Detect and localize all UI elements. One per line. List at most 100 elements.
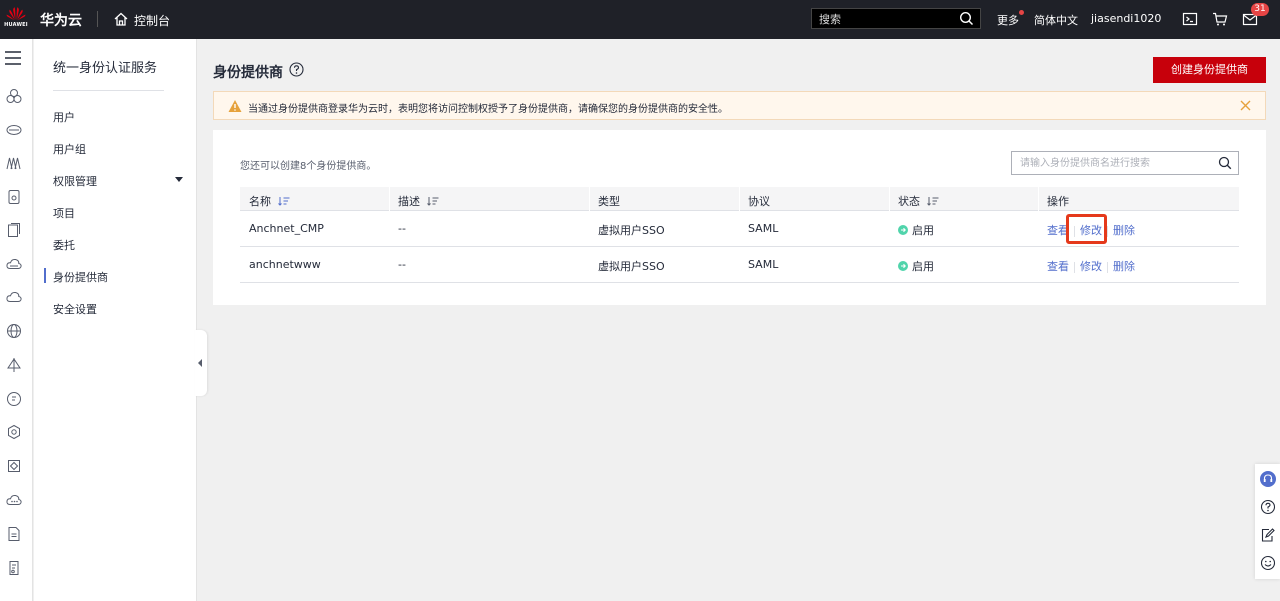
action-separator (1074, 261, 1075, 273)
status-label: 启用 (912, 224, 934, 237)
filter-icon[interactable] (427, 196, 439, 206)
cell-type: 虚拟用户SSO (598, 224, 665, 237)
search-icon[interactable] (959, 11, 974, 26)
brand-divider (97, 11, 98, 27)
sort-icon[interactable] (278, 196, 290, 206)
cell-actions: 查看 修改 删除 (1047, 258, 1135, 274)
settings-icon[interactable] (6, 424, 22, 440)
service-title: 统一身份认证服务 (53, 61, 158, 76)
sidebar-item-permissions[interactable]: 权限管理 (53, 173, 97, 189)
close-icon[interactable] (1239, 99, 1252, 112)
global-search-input[interactable]: 搜索 (811, 8, 981, 29)
cart-icon[interactable] (1212, 11, 1228, 27)
globe-icon[interactable] (6, 323, 22, 339)
network-icon[interactable] (6, 155, 22, 171)
more-label: 更多 (997, 14, 1019, 27)
huawei-logo[interactable]: HUAWEI (4, 5, 28, 33)
column-description-label: 描述 (398, 195, 420, 208)
more-menu[interactable]: 更多 (997, 10, 1024, 28)
table-row: anchnetwww -- 虚拟用户SSO SAML 启用 查看 修改 删除 (240, 247, 1239, 283)
cloud-storage-icon[interactable] (6, 121, 22, 137)
cloud-cluster-icon[interactable] (6, 492, 22, 508)
sidebar-item-user-groups[interactable]: 用户组 (53, 141, 86, 157)
warning-icon (228, 100, 242, 112)
brand-name[interactable]: 华为云 (40, 10, 82, 30)
gateway-icon[interactable] (6, 357, 22, 373)
column-separator (739, 187, 740, 211)
feedback-icon[interactable] (1260, 527, 1276, 543)
column-header-protocol: 协议 (748, 195, 770, 208)
document-icon[interactable] (6, 222, 22, 238)
column-separator (889, 187, 890, 211)
top-navigation-bar: HUAWEI 华为云 控制台 搜索 更多 简体中文 jiasendi1020 3… (0, 0, 1280, 39)
action-separator (1107, 225, 1108, 237)
warning-message: 当通过身份提供商登录华为云时，表明您将访问控制权授予了身份提供商，请确保您的身份… (248, 104, 728, 115)
delete-link[interactable]: 删除 (1113, 224, 1135, 237)
identity-provider-card: 您还可以创建8个身份提供商。 名称 描述 类型 协议 状态 (213, 130, 1266, 305)
cell-status: 启用 (898, 222, 934, 238)
sidebar-item-projects[interactable]: 项目 (53, 205, 75, 221)
provider-search-input[interactable] (1012, 152, 1212, 174)
filter-icon[interactable] (927, 196, 939, 206)
column-header-status[interactable]: 状态 (898, 193, 939, 209)
script-icon[interactable] (6, 560, 22, 576)
column-name-label: 名称 (249, 195, 271, 208)
column-separator (589, 187, 590, 211)
status-enabled-icon (898, 261, 908, 271)
console-link[interactable]: 控制台 (134, 12, 170, 29)
collapse-sidebar-button[interactable] (195, 330, 207, 396)
smiley-icon[interactable] (1260, 555, 1276, 571)
edit-link[interactable]: 修改 (1080, 260, 1102, 273)
sidebar-item-agencies[interactable]: 委托 (53, 237, 75, 253)
delete-link[interactable]: 删除 (1113, 260, 1135, 273)
sidebar-item-security-settings[interactable]: 安全设置 (53, 301, 97, 317)
sidebar-item-identity-providers[interactable]: 身份提供商 (53, 269, 108, 285)
status-enabled-icon (898, 225, 908, 235)
help-icon[interactable] (289, 62, 304, 77)
floating-toolbar (1255, 464, 1280, 579)
cloud-icon[interactable] (6, 256, 22, 272)
column-status-label: 状态 (898, 195, 920, 208)
column-header-actions: 操作 (1047, 195, 1069, 208)
cloud-service-icon[interactable] (6, 88, 22, 104)
column-separator (389, 187, 390, 211)
help-icon[interactable] (1260, 499, 1276, 515)
terminal-icon[interactable] (1182, 11, 1198, 27)
menu-icon[interactable] (5, 51, 21, 65)
cell-description: -- (398, 258, 406, 271)
warning-alert: 当通过身份提供商登录华为云时，表明您将访问控制权授予了身份提供商，请确保您的身份… (213, 91, 1266, 120)
status-label: 启用 (912, 260, 934, 273)
cloud-outline-icon[interactable] (6, 289, 22, 305)
column-header-description[interactable]: 描述 (398, 193, 439, 209)
shield-icon[interactable] (6, 458, 22, 474)
customer-service-icon[interactable] (1260, 471, 1276, 487)
user-account-menu[interactable]: jiasendi1020 (1091, 12, 1161, 25)
chevron-down-icon[interactable] (175, 177, 183, 182)
chat-icon[interactable] (6, 391, 22, 407)
column-separator (1038, 187, 1039, 211)
provider-search-field[interactable] (1011, 151, 1239, 175)
view-link[interactable]: 查看 (1047, 260, 1069, 273)
service-side-menu: 统一身份认证服务 用户 用户组 权限管理 项目 委托 身份提供商 安全设置 (34, 39, 197, 601)
cell-name: Anchnet_CMP (249, 222, 324, 235)
menu-divider (53, 90, 164, 91)
active-indicator (44, 268, 46, 283)
file-icon[interactable] (6, 189, 22, 205)
notification-dot (1019, 10, 1024, 15)
search-icon[interactable] (1218, 156, 1232, 170)
quota-text: 您还可以创建8个身份提供商。 (240, 161, 377, 172)
sidebar-item-users[interactable]: 用户 (53, 109, 75, 125)
cell-type: 虚拟用户SSO (598, 260, 665, 273)
column-header-type: 类型 (598, 195, 620, 208)
page-title: 身份提供商 (213, 65, 283, 81)
edit-highlight-box (1066, 214, 1107, 244)
cell-protocol: SAML (748, 258, 779, 271)
home-icon[interactable] (113, 11, 129, 27)
column-header-name[interactable]: 名称 (249, 193, 290, 209)
create-identity-provider-button[interactable]: 创建身份提供商 (1153, 57, 1266, 83)
table-header: 名称 描述 类型 协议 状态 操作 (240, 187, 1239, 211)
language-selector[interactable]: 简体中文 (1034, 12, 1078, 28)
cell-description: -- (398, 222, 406, 235)
doc-icon[interactable] (6, 526, 22, 542)
service-icon-rail (0, 39, 33, 601)
